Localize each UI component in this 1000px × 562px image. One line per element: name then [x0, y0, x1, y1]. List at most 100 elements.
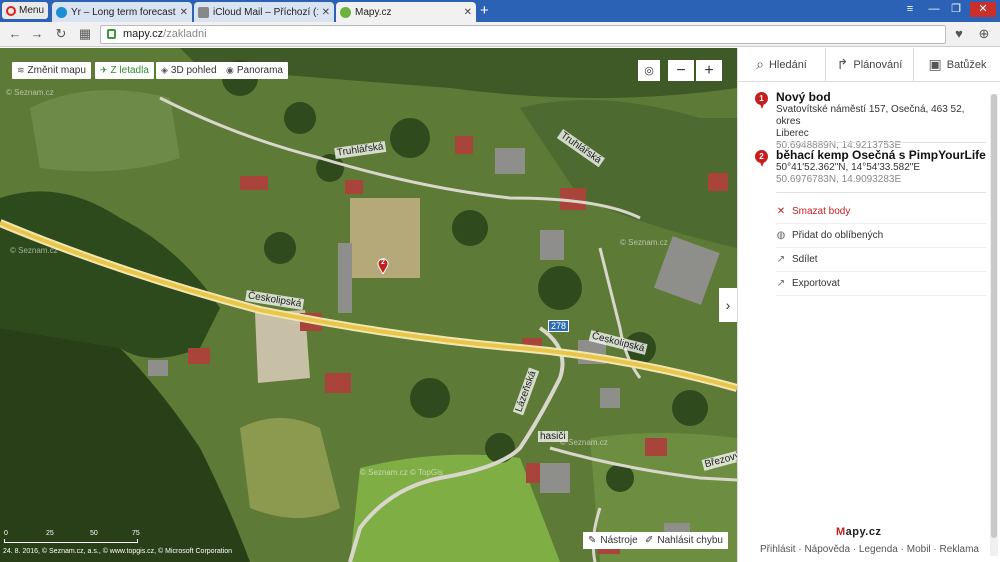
mapy-favicon-icon [340, 6, 351, 18]
point-marker-icon: 1 [755, 92, 768, 109]
zoom-in-button[interactable]: + [696, 60, 722, 81]
map-watermark: © Seznam.cz [560, 438, 608, 447]
add-favorite-button[interactable]: ◍ Přidat do oblíbených [776, 224, 986, 248]
tab-yr-forecast[interactable]: Yr – Long term forecast fo ✕ [52, 2, 192, 22]
point-coords: 50.6976783N, 14.9093283E [776, 174, 902, 185]
aerial-label: Z letadla [110, 65, 149, 76]
map-copyright: 24. 8. 2016, © Seznam.cz, a.s., © www.to… [3, 548, 233, 555]
panorama-label: Panorama [236, 65, 283, 76]
point-marker-icon: 2 [755, 150, 768, 167]
tab-close-icon[interactable]: ✕ [464, 7, 472, 18]
heart-icon[interactable]: ♥ [951, 26, 967, 42]
map-watermark: © Seznam.cz [360, 468, 408, 477]
back-icon[interactable]: ← [8, 26, 22, 42]
aerial-button[interactable]: ✈ Z letadla [95, 62, 154, 79]
opera-logo-icon [6, 5, 16, 16]
point-title: Nový bod [776, 90, 831, 104]
tab-close-icon[interactable]: ✕ [322, 7, 330, 18]
divider [776, 142, 986, 143]
url-path: /zakladni [163, 28, 207, 40]
scale-bar [4, 539, 138, 543]
minimize-icon[interactable]: — [924, 2, 944, 17]
report-error-label: Nahlásit chybu [657, 535, 723, 546]
logo-text: apy.cz [845, 526, 882, 538]
tab-close-icon[interactable]: ✕ [180, 7, 188, 18]
delete-points-label: Smazat body [792, 206, 851, 217]
map-watermark: © Seznam.cz [620, 238, 668, 247]
tab-backpack[interactable]: ▣ Batůžek [914, 48, 1000, 81]
sidebar-tabs: ⌕ Hledání ↱ Plánování ▣ Batůžek [738, 48, 1000, 82]
cube-icon: ◈ [161, 65, 168, 75]
new-tab-button[interactable]: + [480, 3, 494, 18]
tools-button[interactable]: ✎ Nástroje [583, 532, 643, 549]
divider [776, 192, 986, 193]
download-icon[interactable]: ⊕ [976, 26, 992, 42]
tab-list-icon[interactable]: ≡ [900, 2, 920, 17]
url-field[interactable]: mapy.cz/zakladni [100, 25, 946, 44]
scale-tick: 0 [4, 530, 8, 537]
scale-tick: 75 [132, 530, 140, 537]
sidebar: ⌕ Hledání ↱ Plánování ▣ Batůžek 1 Nový b… [737, 48, 1000, 562]
report-error-button[interactable]: ✐ Nahlásit chybu [640, 532, 728, 549]
opera-menu-button[interactable]: Menu [2, 2, 48, 19]
tab-search[interactable]: ⌕ Hledání [738, 48, 826, 81]
point-address: 50°41'52.362"N, 14°54'33.582"E [776, 162, 921, 173]
tab-planning[interactable]: ↱ Plánování [826, 48, 914, 81]
point-address: Svatovítské náměstí 157, Osečná, 463 52,… [776, 104, 965, 127]
close-window-icon[interactable]: ✕ [970, 2, 996, 17]
eye-icon: ◉ [226, 65, 234, 75]
map-pin-2[interactable]: 2 [377, 258, 389, 274]
scale-tick: 25 [46, 530, 54, 537]
tools-label: Nástroje [600, 535, 638, 546]
change-map-button[interactable]: ≋ Změnit mapu [12, 62, 91, 79]
url-host: mapy.cz [123, 28, 164, 40]
point-address: Liberec [776, 128, 809, 139]
export-arrow-icon: ↗ [776, 278, 786, 289]
map-scale: 0 25 50 75 [4, 530, 144, 543]
road-number-badge: 278 [548, 320, 570, 332]
aerial-map[interactable]: ≋ Změnit mapu ✈ Z letadla ◈ 3D pohled ◉ … [0, 48, 737, 562]
sidebar-footer-links[interactable]: Přihlásit · Nápověda · Legenda · Mobil ·… [738, 544, 1000, 555]
map-watermark: © TopGis [410, 468, 443, 477]
icloud-favicon-icon [198, 6, 209, 18]
scrollbar-thumb[interactable] [991, 94, 997, 538]
3d-view-label: 3D pohled [170, 65, 217, 76]
point-title: běhací kemp Osečná s PimpYourLife [776, 148, 986, 162]
aerial-imagery [0, 48, 737, 562]
speed-dial-icon[interactable]: ▦ [78, 26, 92, 42]
close-icon: ✕ [776, 206, 786, 217]
tab-backpack-label: Batůžek [946, 58, 987, 71]
tab-label: Yr – Long term forecast fo [71, 6, 176, 18]
point-item-2[interactable]: 2 běhací kemp Osečná s PimpYourLife 50°4… [738, 148, 988, 186]
tab-icloud-mail[interactable]: iCloud Mail – Příchozí (13: ✕ [194, 2, 334, 22]
target-icon: ◎ [644, 65, 654, 77]
browser-tab-bar: Menu Yr – Long term forecast fo ✕ iCloud… [0, 0, 1000, 22]
forward-icon[interactable]: → [30, 26, 44, 42]
menu-label: Menu [19, 5, 45, 16]
map-watermark: © Seznam.cz [10, 246, 58, 255]
tools-icon: ✎ [588, 535, 597, 546]
search-icon: ⌕ [756, 56, 764, 72]
panorama-button[interactable]: ◉ Panorama [221, 62, 288, 79]
logo-m: M [836, 526, 846, 538]
route-icon: ↱ [836, 56, 849, 72]
tab-mapy[interactable]: Mapy.cz ✕ [336, 2, 476, 22]
export-label: Exportovat [792, 278, 840, 289]
pin-number: 2 [381, 259, 385, 266]
tab-planning-label: Plánování [853, 58, 903, 71]
sidebar-scrollbar[interactable] [990, 94, 998, 556]
share-button[interactable]: ↗ Sdílet [776, 248, 986, 272]
maximize-icon[interactable]: ❐ [946, 2, 966, 17]
plane-icon: ✈ [100, 65, 108, 75]
add-favorite-label: Přidat do oblíbených [792, 230, 884, 241]
reload-icon[interactable]: ↻ [54, 26, 68, 42]
share-icon: ↗ [776, 254, 786, 265]
collapse-sidebar-button[interactable]: › [719, 288, 737, 322]
zoom-out-button[interactable]: − [668, 60, 694, 81]
3d-view-button[interactable]: ◈ 3D pohled [156, 62, 222, 79]
delete-points-button[interactable]: ✕ Smazat body [776, 200, 986, 224]
export-button[interactable]: ↗ Exportovat [776, 272, 986, 296]
backpack-icon: ▣ [928, 56, 942, 72]
share-label: Sdílet [792, 254, 818, 265]
locate-me-button[interactable]: ◎ [638, 60, 660, 81]
